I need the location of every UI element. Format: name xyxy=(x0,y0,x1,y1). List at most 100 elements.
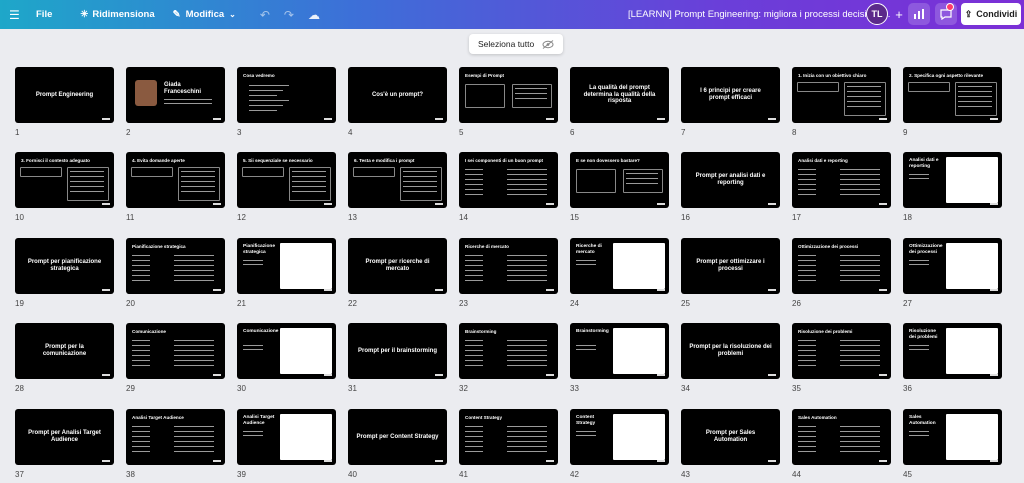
learnn-logo xyxy=(879,374,887,376)
text-line xyxy=(840,350,880,351)
slide-number: 32 xyxy=(459,384,468,393)
text-line xyxy=(798,451,816,452)
text-line xyxy=(909,178,929,179)
slide-thumbnail[interactable]: Analisi dati e reporting xyxy=(792,152,891,208)
text-line xyxy=(840,179,880,180)
slide-thumbnail[interactable]: Ottimizzazione dei processi xyxy=(792,238,891,294)
slide-title: Esempi di Prompt xyxy=(465,73,505,78)
add-collaborator-icon[interactable]: + xyxy=(890,5,908,23)
text-line xyxy=(507,355,547,356)
edit-mode-button[interactable]: ✎ Modifica ⌄ xyxy=(173,0,236,29)
text-line xyxy=(507,194,547,195)
slide-thumbnail[interactable]: Prompt per analisi dati e reporting xyxy=(681,152,780,208)
slide-thumbnail[interactable]: 2. Specifica ogni aspetto rilevante xyxy=(903,67,1002,123)
slide-thumbnail[interactable]: La qualità del prompt determina la quali… xyxy=(570,67,669,123)
slide-thumbnail[interactable]: Brainstorming xyxy=(459,323,558,379)
text-line xyxy=(840,451,880,452)
slide-thumbnail[interactable]: Comunicazione xyxy=(126,323,225,379)
slide-thumbnail[interactable]: Risoluzione dei problemi xyxy=(792,323,891,379)
slide-thumbnail[interactable]: Prompt per il brainstorming xyxy=(348,323,447,379)
slide-title: Prompt per Analisi Target Audience xyxy=(28,430,101,443)
slide-thumbnail[interactable]: Pianificazione strategica xyxy=(237,238,336,294)
slide-thumbnail[interactable]: Content Strategy xyxy=(570,409,669,465)
slide-title: I 6 principi per creare prompt efficaci xyxy=(700,88,761,101)
slide-thumbnail[interactable]: Ricerche di mercato xyxy=(459,238,558,294)
slide-thumbnail[interactable]: I sei componenti di un buon prompt xyxy=(459,152,558,208)
resize-button[interactable]: ✳ Ridimensiona xyxy=(80,0,154,29)
slide-title: Analisi Target Audience xyxy=(132,415,184,420)
slide-thumbnail[interactable]: Cos'è un prompt? xyxy=(348,67,447,123)
slide-number: 40 xyxy=(348,470,357,479)
menu-icon[interactable]: ☰ xyxy=(0,0,22,29)
text-line xyxy=(403,171,437,172)
slide-thumbnail[interactable]: Prompt per Sales Automation xyxy=(681,409,780,465)
text-line xyxy=(840,426,880,427)
slide-thumbnail[interactable]: Risoluzione dei problemi xyxy=(903,323,1002,379)
select-all-button[interactable]: Seleziona tutto xyxy=(469,34,564,54)
text-line xyxy=(403,186,437,187)
slide-thumbnail[interactable]: I 6 principi per creare prompt efficaci xyxy=(681,67,780,123)
learnn-logo xyxy=(879,118,887,120)
learnn-logo xyxy=(657,289,665,291)
text-line xyxy=(515,98,547,99)
slide-thumbnail[interactable]: Prompt per ricerche di mercato xyxy=(348,238,447,294)
slide-thumbnail[interactable]: Content Strategy xyxy=(459,409,558,465)
slide-thumbnail[interactable]: Prompt per la comunicazione xyxy=(15,323,114,379)
text-line xyxy=(465,345,483,346)
slide-thumbnail[interactable]: Ricerche di mercato xyxy=(570,238,669,294)
cloud-save-icon[interactable]: ☁ xyxy=(308,0,320,29)
slide-thumbnail[interactable]: 3. Fornisci il contesto adeguato xyxy=(15,152,114,208)
slide-thumbnail[interactable]: 4. Evita domande aperte xyxy=(126,152,225,208)
slide-thumbnail[interactable]: Analisi Target Audience xyxy=(237,409,336,465)
text-line xyxy=(174,451,214,452)
slide-number: 37 xyxy=(15,470,24,479)
text-line xyxy=(507,426,547,427)
slide-thumbnail[interactable]: Sales Automation xyxy=(792,409,891,465)
text-line xyxy=(909,435,929,436)
slide-thumbnail[interactable]: 5. Sii sequenziale se necessario xyxy=(237,152,336,208)
text-line xyxy=(840,441,880,442)
slide-thumbnail[interactable]: Giada Franceschini xyxy=(126,67,225,123)
learnn-logo xyxy=(990,460,998,462)
slide-thumbnail[interactable]: Analisi dati e reporting xyxy=(903,152,1002,208)
slide-title: 5. Sii sequenziale se necessario xyxy=(243,158,313,163)
undo-icon[interactable]: ↶ xyxy=(260,0,270,29)
slide-thumbnail[interactable]: E se non dovessero bastare? xyxy=(570,152,669,208)
analytics-icon[interactable] xyxy=(908,3,930,25)
slide-thumbnail[interactable]: Esempi di Prompt xyxy=(459,67,558,123)
slide-thumbnail[interactable]: 1. Inizia con un obiettivo chiaro xyxy=(792,67,891,123)
slide-thumbnail[interactable]: Brainstorming xyxy=(570,323,669,379)
compare-box xyxy=(844,82,886,116)
file-menu-button[interactable]: File xyxy=(36,0,52,29)
text-line xyxy=(958,91,992,92)
slide-title: Comunicazione xyxy=(243,329,279,334)
slide-thumbnail[interactable]: 6. Testa e modifica i prompt xyxy=(348,152,447,208)
slide-thumbnail[interactable]: Cosa vedremo xyxy=(237,67,336,123)
slide-thumbnail[interactable]: Analisi Target Audience xyxy=(126,409,225,465)
slide-thumbnail[interactable]: Sales Automation xyxy=(903,409,1002,465)
learnn-logo xyxy=(546,118,554,120)
slide-thumbnail[interactable]: Prompt per Content Strategy xyxy=(348,409,447,465)
user-avatar[interactable]: TL xyxy=(866,3,888,25)
slide-thumbnail[interactable]: Pianificazione strategica xyxy=(126,238,225,294)
slide-thumbnail[interactable]: Prompt Engineering xyxy=(15,67,114,123)
slide-number: 18 xyxy=(903,213,912,222)
learnn-logo xyxy=(324,460,332,462)
text-line xyxy=(958,96,992,97)
slide-thumbnail[interactable]: Prompt per Analisi Target Audience xyxy=(15,409,114,465)
text-line xyxy=(292,181,326,182)
redo-icon[interactable]: ↷ xyxy=(284,0,294,29)
text-line xyxy=(576,260,596,261)
learnn-logo xyxy=(657,460,665,462)
text-line xyxy=(181,176,215,177)
share-button[interactable]: ⇪ Condividi xyxy=(961,3,1021,25)
text-line xyxy=(798,280,816,281)
slide-thumbnail[interactable]: Ottimizzazione dei processi xyxy=(903,238,1002,294)
slide-thumbnail[interactable]: Prompt per ottimizzare i processi xyxy=(681,238,780,294)
slide-thumbnail[interactable]: Prompt per la risoluzione dei problemi xyxy=(681,323,780,379)
slide-thumbnail[interactable]: Comunicazione xyxy=(237,323,336,379)
text-line xyxy=(132,265,150,266)
slide-title: Prompt per la risoluzione dei problemi xyxy=(689,344,772,357)
document-title[interactable]: [LEARNN] Prompt Engineering: migliora i … xyxy=(628,0,890,29)
slide-thumbnail[interactable]: Prompt per pianificazione strategica xyxy=(15,238,114,294)
